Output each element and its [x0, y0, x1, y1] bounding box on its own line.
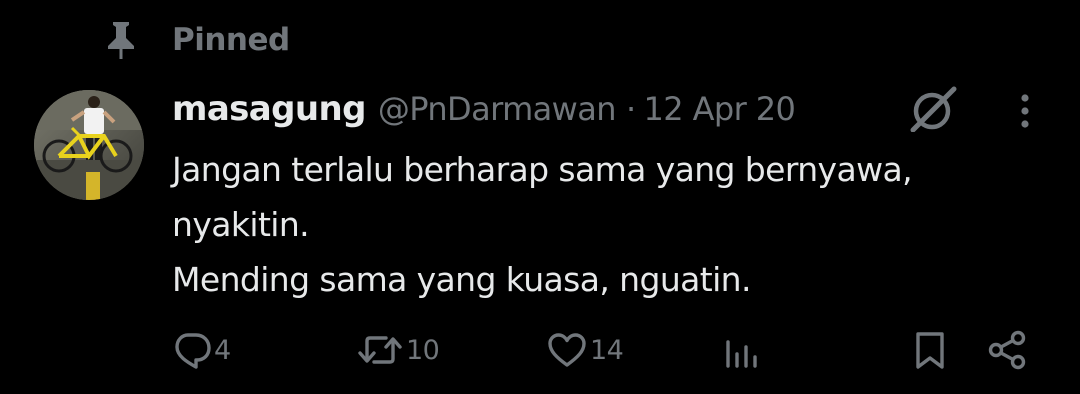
tweet-date[interactable]: 12 Apr 20: [644, 90, 796, 128]
bookmark-icon: [912, 329, 948, 371]
separator-dot: ·: [625, 90, 636, 128]
action-bar: 4 10 14: [0, 324, 1080, 376]
avatar[interactable]: [34, 90, 144, 200]
share-button[interactable]: [986, 324, 1030, 376]
share-icon: [986, 329, 1030, 371]
analytics-icon: [722, 330, 762, 370]
like-button[interactable]: 14: [546, 324, 624, 376]
tweet-text: Jangan terlalu berharap sama yang bernya…: [172, 142, 1052, 307]
bookmark-button[interactable]: [912, 324, 948, 376]
like-count: 14: [590, 334, 624, 366]
reply-button[interactable]: 4: [172, 324, 231, 376]
pinned-label: Pinned: [172, 22, 290, 58]
retweet-count: 10: [406, 334, 440, 366]
user-handle[interactable]: @PnDarmawan: [378, 90, 617, 128]
tweet-text-line: Mending sama yang kuasa, nguatin.: [172, 260, 751, 299]
pin-icon: [104, 20, 138, 60]
pinned-indicator: Pinned: [104, 18, 290, 62]
views-button[interactable]: [722, 324, 762, 376]
tweet-text-line: nyakitin.: [172, 205, 310, 244]
retweet-icon: [356, 330, 404, 370]
retweet-button[interactable]: 10: [356, 324, 440, 376]
tweet-header: masagung @PnDarmawan · 12 Apr 20: [172, 84, 796, 134]
reply-count: 4: [214, 334, 231, 366]
tweet-text-line: Jangan terlalu berharap sama yang bernya…: [172, 150, 913, 189]
heart-icon: [546, 330, 588, 370]
reply-icon: [172, 330, 212, 370]
display-name[interactable]: masagung: [172, 89, 366, 129]
grok-icon[interactable]: [908, 84, 960, 134]
more-icon[interactable]: [1004, 88, 1046, 134]
